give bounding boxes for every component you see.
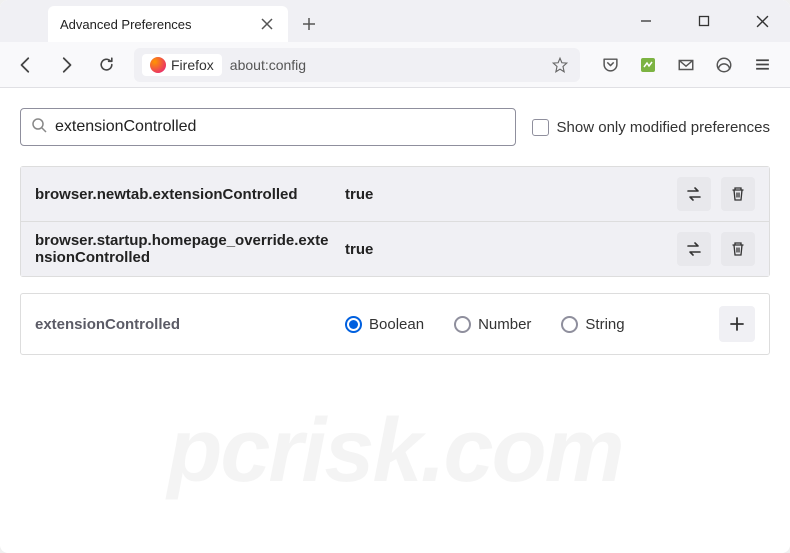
type-radio-string[interactable]: String (561, 316, 624, 333)
page-content: Show only modified preferences browser.n… (0, 88, 790, 375)
maximize-button[interactable] (684, 5, 724, 37)
type-radio-number[interactable]: Number (454, 316, 531, 333)
create-pref-name: extensionControlled (35, 316, 345, 333)
search-box[interactable] (20, 108, 516, 146)
toggle-button[interactable] (677, 232, 711, 266)
search-icon (31, 117, 47, 138)
radio-icon (561, 316, 578, 333)
pref-actions (677, 177, 755, 211)
pref-name: browser.newtab.extensionControlled (35, 186, 345, 203)
browser-window: Advanced Preferences (0, 0, 790, 553)
checkbox-icon (532, 119, 549, 136)
hamburger-menu-icon[interactable] (748, 49, 776, 81)
forward-button[interactable] (50, 49, 82, 81)
back-button[interactable] (10, 49, 42, 81)
checkbox-label: Show only modified preferences (557, 119, 770, 136)
minimize-button[interactable] (626, 5, 666, 37)
search-row: Show only modified preferences (20, 108, 770, 146)
toggle-button[interactable] (677, 177, 711, 211)
close-tab-icon[interactable] (258, 15, 276, 33)
extension-icon[interactable] (634, 49, 662, 81)
new-tab-button[interactable] (294, 9, 324, 39)
radio-label: Boolean (369, 316, 424, 333)
delete-button[interactable] (721, 177, 755, 211)
delete-button[interactable] (721, 232, 755, 266)
pref-table: browser.newtab.extensionControlled true … (20, 166, 770, 277)
brand-label: Firefox (171, 57, 214, 73)
reload-button[interactable] (90, 49, 122, 81)
add-pref-button[interactable] (719, 306, 755, 342)
pref-row: browser.newtab.extensionControlled true (21, 167, 769, 222)
radio-label: String (585, 316, 624, 333)
type-radio-boolean[interactable]: Boolean (345, 316, 424, 333)
pref-row: browser.startup.homepage_override.extens… (21, 222, 769, 276)
create-pref-block: extensionControlled Boolean Number Strin… (20, 293, 770, 355)
tab-title: Advanced Preferences (60, 17, 258, 32)
mail-icon[interactable] (672, 49, 700, 81)
pref-value: true (345, 186, 677, 203)
pref-value: true (345, 241, 677, 258)
address-bar[interactable]: Firefox about:config (134, 48, 580, 82)
pref-name: browser.startup.homepage_override.extens… (35, 232, 345, 266)
create-pref-row: extensionControlled Boolean Number Strin… (21, 294, 769, 354)
browser-tab-active[interactable]: Advanced Preferences (48, 6, 288, 42)
identity-badge[interactable]: Firefox (142, 54, 222, 76)
modified-only-checkbox[interactable]: Show only modified preferences (532, 119, 770, 136)
watermark: pcrisk.com (0, 400, 790, 503)
radio-label: Number (478, 316, 531, 333)
url-text: about:config (230, 57, 540, 73)
pocket-icon[interactable] (596, 49, 624, 81)
firefox-icon (150, 57, 166, 73)
radio-icon (345, 316, 362, 333)
pref-actions (677, 232, 755, 266)
toolbar-right (592, 49, 780, 81)
window-controls (626, 0, 782, 42)
bookmark-star-icon[interactable] (548, 56, 572, 74)
close-window-button[interactable] (742, 5, 782, 37)
navigation-toolbar: Firefox about:config (0, 42, 790, 88)
radio-icon (454, 316, 471, 333)
account-icon[interactable] (710, 49, 738, 81)
titlebar: Advanced Preferences (0, 0, 790, 42)
type-options: Boolean Number String (345, 316, 719, 333)
search-input[interactable] (55, 118, 505, 136)
